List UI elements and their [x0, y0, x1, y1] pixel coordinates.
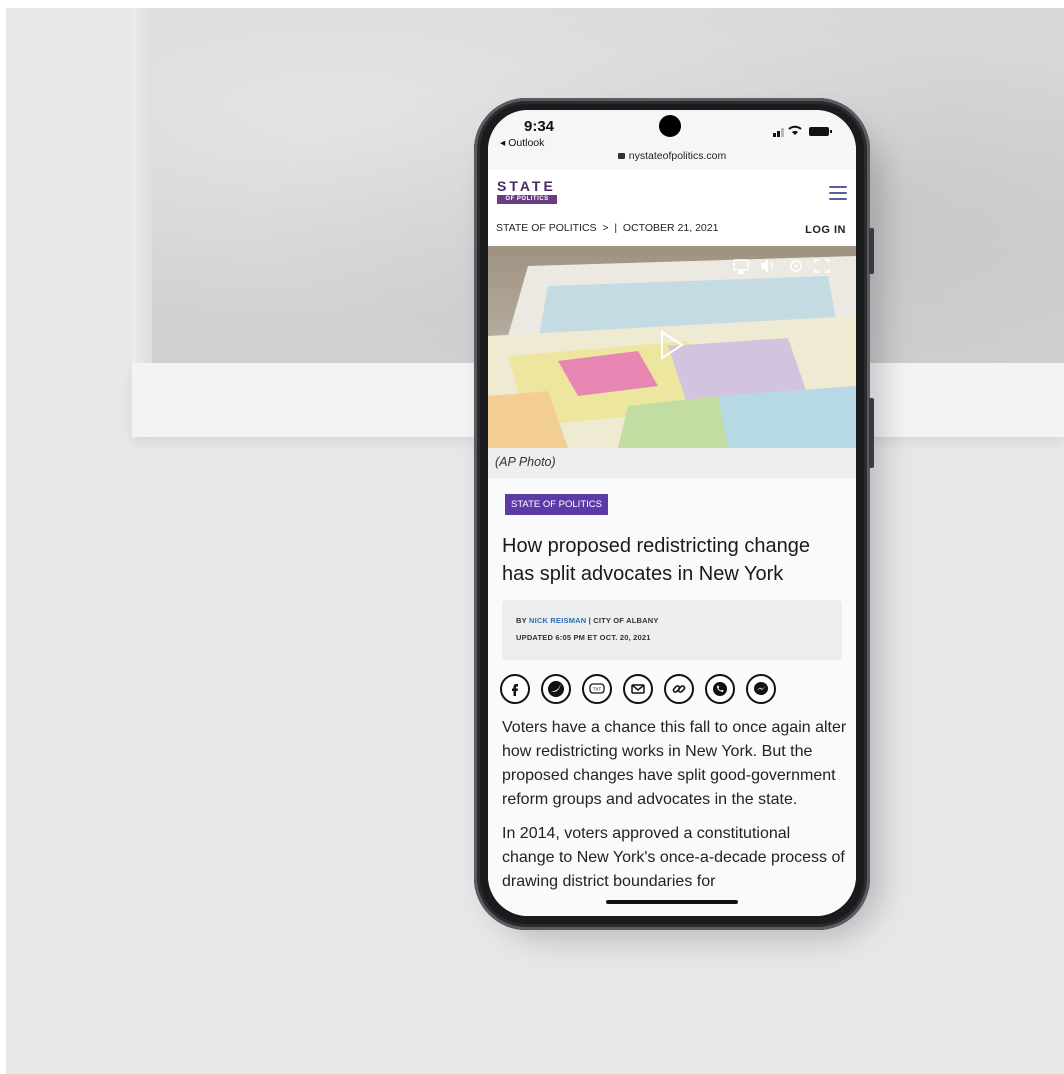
lock-icon	[617, 153, 625, 159]
updated-timestamp: UPDATED 6:05 PM ET OCT. 20, 2021	[516, 633, 651, 642]
video-player[interactable]	[488, 246, 856, 448]
wifi-icon	[788, 125, 802, 130]
phone-screen: 9:34 ◂ Outlook nystateofpolitics.com STA…	[488, 110, 856, 916]
article-paragraph: In 2014, voters approved a constitutiona…	[502, 825, 845, 890]
battery-tip-icon	[830, 130, 832, 133]
sms-icon[interactable]: TXT	[582, 674, 612, 704]
login-button[interactable]: LOG IN	[805, 224, 846, 236]
byline-location: | CITY OF ALBANY	[586, 616, 659, 625]
status-icons	[773, 125, 832, 137]
url-text: nystateofpolitics.com	[628, 150, 727, 162]
address-bar[interactable]: nystateofpolitics.com	[488, 150, 856, 162]
author-link[interactable]: NICK REISMAN	[529, 616, 586, 625]
caption-bar: (AP Photo)	[488, 448, 856, 478]
status-bar: 9:34 ◂ Outlook nystateofpolitics.com	[488, 110, 856, 170]
power-button	[869, 398, 874, 468]
byline-prefix: BY	[516, 616, 529, 625]
breadcrumb: STATE OF POLITICS > | OCTOBER 21, 2021 L…	[488, 214, 856, 246]
svg-text:TXT: TXT	[593, 687, 602, 692]
link-icon[interactable]	[664, 674, 694, 704]
wifi-icon	[792, 131, 798, 135]
article-content: STATE OF POLITICS How proposed redistric…	[488, 478, 856, 916]
battery-icon	[809, 127, 829, 136]
menu-icon[interactable]	[829, 186, 847, 200]
email-icon[interactable]	[623, 674, 653, 704]
article-paragraph: Voters have a chance this fall to once a…	[502, 719, 847, 808]
site-header: STATE OF POLITICS	[488, 170, 856, 215]
section-tag[interactable]: STATE OF POLITICS	[505, 494, 608, 515]
byline-box: BY NICK REISMAN | CITY OF ALBANY UPDATED…	[502, 600, 842, 660]
back-to-outlook-link[interactable]: ◂ Outlook	[500, 137, 544, 149]
signal-bar-icon	[777, 131, 780, 137]
signal-bar-icon	[773, 133, 776, 137]
signal-bar-icon	[781, 128, 784, 137]
article-headline: How proposed redistricting change has sp…	[502, 535, 810, 585]
home-indicator	[606, 900, 738, 904]
article-body: Voters have a chance this fall to once a…	[502, 716, 847, 904]
twitter-icon[interactable]	[541, 674, 571, 704]
site-logo[interactable]: STATE	[497, 178, 556, 194]
facebook-icon[interactable]	[500, 674, 530, 704]
site-logo-sub: OF POLITICS	[497, 195, 557, 204]
messenger-icon[interactable]	[746, 674, 776, 704]
breadcrumb-text[interactable]: STATE OF POLITICS > | OCTOBER 21, 2021	[496, 222, 718, 234]
camera-icon	[659, 115, 681, 137]
map-photo	[488, 246, 856, 448]
byline: BY NICK REISMAN | CITY OF ALBANY	[516, 616, 659, 625]
photo-caption: (AP Photo)	[495, 455, 556, 469]
status-time: 9:34	[524, 118, 555, 135]
volume-button	[869, 228, 874, 274]
whatsapp-icon[interactable]	[705, 674, 735, 704]
